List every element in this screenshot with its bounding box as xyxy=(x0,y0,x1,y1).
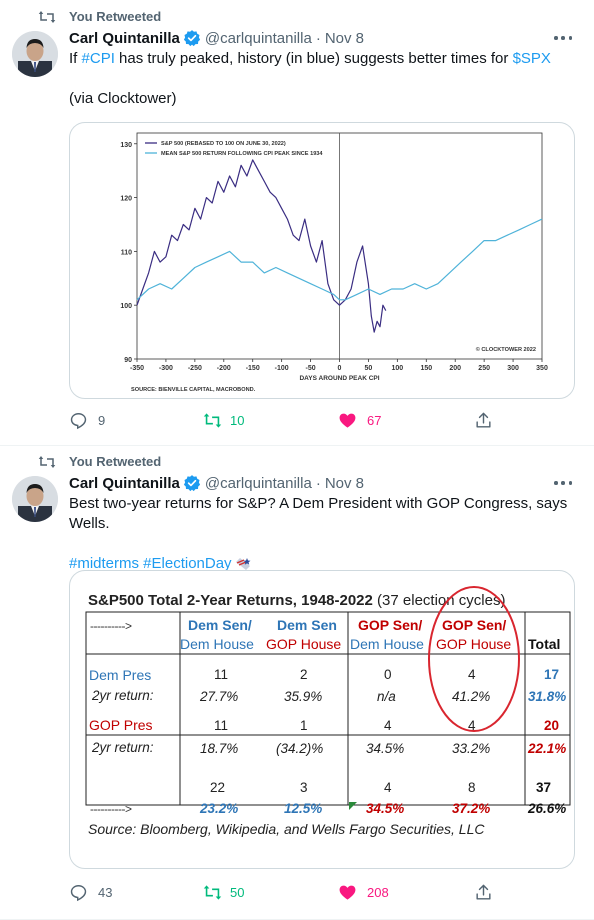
table-source: Source: Bloomberg, Wikipedia, and Wells … xyxy=(88,821,485,837)
y-tick-label: 120 xyxy=(120,196,132,203)
y-tick-label: 90 xyxy=(124,357,132,364)
retweet-icon xyxy=(38,10,56,23)
legend-label: MEAN S&P 500 RETURN FOLLOWING CPI PEAK S… xyxy=(161,151,323,157)
retweet-icon xyxy=(38,455,56,468)
series-line-1 xyxy=(136,159,387,333)
like-count: 208 xyxy=(367,885,389,900)
chart-image[interactable]: 90 100 110 120 130 -350 -300 -250 -200 -150 -100 -5… xyxy=(69,122,575,399)
author-name[interactable]: Carl Quintanilla xyxy=(69,475,180,492)
separator-dot: · xyxy=(315,474,321,492)
more-options-icon[interactable] xyxy=(554,36,572,42)
retweet-label: You Retweeted xyxy=(69,454,162,469)
x-tick-label: 50 xyxy=(365,365,373,372)
x-tick-label: 200 xyxy=(449,365,461,372)
like-button[interactable]: 67 xyxy=(338,411,381,430)
y-tick-label: 100 xyxy=(120,303,132,310)
table-image[interactable]: S&P500 Total 2-Year Returns, 1948-2022 (… xyxy=(69,570,575,869)
author-handle[interactable]: @carlquintanilla xyxy=(205,30,312,47)
returns-table: S&P500 Total 2-Year Returns, 1948-2022 (… xyxy=(70,571,574,868)
text-line: (via Clocktower) xyxy=(69,90,177,107)
legend-label: S&P 500 (REBASED TO 100 ON JUNE 30, 2022… xyxy=(161,141,286,147)
x-tick-label: -350 xyxy=(130,365,144,372)
share-icon xyxy=(476,884,491,900)
y-tick-label: 110 xyxy=(121,249,132,256)
x-axis-label: DAYS AROUND PEAK CPI xyxy=(299,375,379,382)
tweet-header: Carl Quintanilla @carlquintanilla · Nov … xyxy=(69,474,364,492)
retweet-button[interactable]: 50 xyxy=(203,883,244,902)
x-tick-label: -200 xyxy=(217,365,231,372)
retweet-indicator: You Retweeted xyxy=(38,9,162,24)
chart-source: SOURCE: BIENVILLE CAPITAL, MACROBOND. xyxy=(131,387,256,393)
verified-badge-icon xyxy=(183,475,200,492)
y-tick-label: 130 xyxy=(120,142,132,149)
retweet-button[interactable]: 10 xyxy=(203,411,244,430)
x-tick-label: 250 xyxy=(478,365,490,372)
heart-icon xyxy=(339,885,356,900)
author-handle[interactable]: @carlquintanilla xyxy=(205,475,312,492)
hashtag-link[interactable]: #CPI xyxy=(82,50,115,67)
x-tick-label: -300 xyxy=(159,365,173,372)
x-tick-label: -100 xyxy=(275,365,289,372)
reply-button[interactable]: 43 xyxy=(69,883,112,902)
avatar[interactable] xyxy=(12,31,58,77)
tweet-date[interactable]: Nov 8 xyxy=(325,475,364,492)
reply-icon xyxy=(70,413,87,430)
tweet-1[interactable]: You Retweeted Carl Quintanilla @carlquin… xyxy=(0,0,594,446)
retweet-indicator: You Retweeted xyxy=(38,454,162,469)
tweet-header: Carl Quintanilla @carlquintanilla · Nov … xyxy=(69,29,364,47)
avatar[interactable] xyxy=(12,476,58,522)
tweet-2[interactable]: You Retweeted Carl Quintanilla @carlquin… xyxy=(0,446,594,920)
x-tick-label: 350 xyxy=(536,365,548,372)
x-tick-label: 100 xyxy=(392,365,404,372)
tweet-text: Best two-year returns for S&P? A Dem Pre… xyxy=(69,494,572,574)
tweet-actions: 43 50 208 xyxy=(69,883,594,905)
retweet-count: 10 xyxy=(230,413,245,428)
more-options-icon[interactable] xyxy=(554,481,572,487)
share-button[interactable] xyxy=(474,411,493,430)
share-button[interactable] xyxy=(474,883,493,902)
separator-dot: · xyxy=(315,29,321,47)
retweet-icon xyxy=(203,885,222,900)
share-icon xyxy=(476,412,491,428)
like-button[interactable]: 208 xyxy=(338,883,389,902)
tweet-date[interactable]: Nov 8 xyxy=(325,30,364,47)
x-tick-label: -150 xyxy=(246,365,260,372)
x-tick-label: -50 xyxy=(306,365,316,372)
heart-icon xyxy=(339,413,356,428)
text-fragment: If xyxy=(69,50,82,67)
like-count: 67 xyxy=(367,413,382,428)
verified-badge-icon xyxy=(183,30,200,47)
x-tick-label: -250 xyxy=(188,365,202,372)
cpi-chart: 90 100 110 120 130 -350 -300 -250 -200 -150 -100 -5… xyxy=(120,132,548,393)
retweet-label: You Retweeted xyxy=(69,9,162,24)
retweet-icon xyxy=(203,413,222,428)
reply-button[interactable]: 9 xyxy=(69,411,105,430)
reply-icon xyxy=(70,885,87,902)
tweet-actions: 9 10 67 xyxy=(69,411,594,433)
author-name[interactable]: Carl Quintanilla xyxy=(69,30,180,47)
reply-count: 43 xyxy=(98,885,113,900)
text-line: Best two-year returns for S&P? A Dem Pre… xyxy=(69,495,568,532)
retweet-count: 50 xyxy=(230,885,245,900)
chart-watermark: © CLOCKTOWER 2022 xyxy=(476,346,536,353)
x-tick-label: 300 xyxy=(507,365,519,372)
reply-count: 9 xyxy=(98,413,106,428)
x-tick-label: 150 xyxy=(420,365,432,372)
x-tick-label: 0 xyxy=(338,365,342,372)
text-fragment: has truly peaked, history (in blue) sugg… xyxy=(114,50,513,67)
tweet-text: If #CPI has truly peaked, history (in bl… xyxy=(69,49,572,109)
cashtag-link[interactable]: $SPX xyxy=(513,50,551,67)
